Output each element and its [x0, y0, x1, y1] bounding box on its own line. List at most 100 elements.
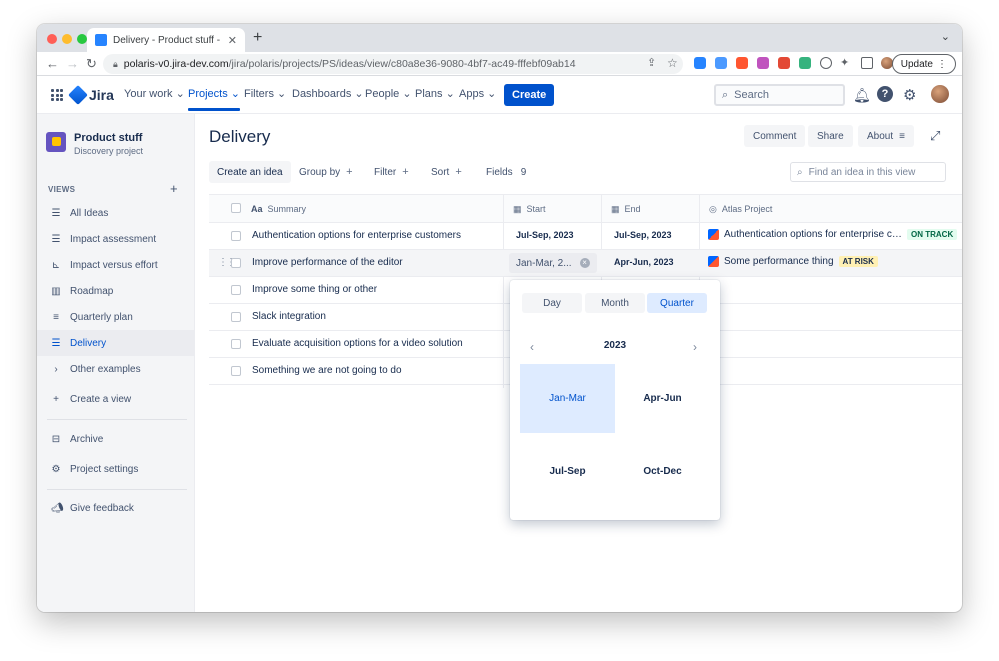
- update-button[interactable]: Update ⋮: [891, 54, 956, 74]
- create-button[interactable]: Create: [504, 84, 555, 106]
- sidepanel-icon[interactable]: [861, 57, 873, 69]
- table-row[interactable]: Authentication options for enterprise cu…: [209, 223, 962, 250]
- app-switcher-icon[interactable]: [51, 89, 63, 101]
- sort-button[interactable]: Sort +: [423, 161, 470, 183]
- mode-month-button[interactable]: Month: [585, 293, 645, 313]
- select-all-checkbox[interactable]: [231, 203, 241, 213]
- column-header-end[interactable]: ▦ End: [603, 195, 641, 223]
- sidebar-item-roadmap[interactable]: ▥ Roadmap: [37, 278, 194, 304]
- extension-icon[interactable]: [778, 57, 790, 69]
- create-view-button[interactable]: + Create a view: [37, 386, 194, 412]
- sidebar-item-other-examples[interactable]: › Other examples: [37, 356, 194, 382]
- nav-projects[interactable]: Projects ⌄: [188, 87, 241, 111]
- column-header-start[interactable]: ▦ Start: [505, 195, 546, 223]
- puzzle-extensions-icon[interactable]: ✦: [840, 56, 849, 69]
- fields-button[interactable]: Fields 9: [478, 161, 534, 183]
- tab-search-chevron-icon[interactable]: ⌄: [941, 30, 950, 43]
- search-input[interactable]: ⌕ Search: [714, 84, 845, 106]
- find-idea-input[interactable]: ⌕ Find an idea in this view: [790, 162, 946, 182]
- mode-quarter-button[interactable]: Quarter: [647, 293, 707, 313]
- settings-gear-icon[interactable]: ⚙: [903, 86, 916, 104]
- quarter-option-q3[interactable]: Jul-Sep: [520, 437, 615, 506]
- forward-arrow-icon[interactable]: →: [66, 56, 79, 71]
- quarter-option-q1[interactable]: Jan-Mar: [520, 364, 615, 433]
- row-checkbox[interactable]: [231, 366, 241, 376]
- notifications-bell-icon[interactable]: 🔔︎: [853, 87, 871, 104]
- table-row[interactable]: ⋮⋮ Improve performance of the editor Jan…: [209, 250, 962, 277]
- project-header[interactable]: Product stuff Discovery project: [46, 132, 143, 156]
- share-button[interactable]: Share: [808, 125, 853, 147]
- url-bar[interactable]: 🔒︎ polaris-v0.jira-dev.com/jira/polaris/…: [103, 54, 683, 74]
- list-icon: ☰: [51, 207, 61, 219]
- sidebar-item-quarterly-plan[interactable]: ≡ Quarterly plan: [37, 304, 194, 330]
- share-page-icon[interactable]: ⇪: [647, 56, 656, 69]
- nav-your-work[interactable]: Your work ⌄: [124, 87, 185, 100]
- end-date-cell[interactable]: Apr-Jun, 2023: [614, 257, 674, 267]
- start-date-field-active[interactable]: Jan-Mar, 2... ×: [509, 253, 597, 273]
- reload-icon[interactable]: ↻: [86, 56, 97, 72]
- mode-day-button[interactable]: Day: [522, 293, 582, 313]
- row-checkbox[interactable]: [231, 258, 241, 268]
- nav-filters[interactable]: Filters ⌄: [244, 87, 286, 100]
- start-date-cell[interactable]: Jul-Sep, 2023: [516, 230, 574, 240]
- sidebar-item-archive[interactable]: ⊟ Archive: [37, 426, 194, 452]
- add-view-plus-icon[interactable]: +: [170, 181, 178, 196]
- group-by-button[interactable]: Group by +: [291, 161, 361, 183]
- nav-dashboards[interactable]: Dashboards ⌄: [292, 87, 364, 100]
- column-header-atlas-project[interactable]: ◎ Atlas Project: [701, 195, 772, 223]
- previous-year-chevron-icon[interactable]: ‹: [530, 340, 534, 354]
- give-feedback-button[interactable]: 📣︎ Give feedback: [37, 495, 194, 521]
- idea-summary[interactable]: Slack integration: [252, 311, 326, 322]
- bookmark-star-icon[interactable]: ☆: [667, 56, 678, 70]
- comment-button[interactable]: Comment: [744, 125, 806, 147]
- idea-summary[interactable]: Something we are not going to do: [252, 365, 402, 376]
- close-window-button[interactable]: [47, 34, 57, 44]
- row-checkbox[interactable]: [231, 231, 241, 241]
- extension-icon[interactable]: [715, 57, 727, 69]
- minimize-window-button[interactable]: [62, 34, 72, 44]
- sidebar-item-impact-versus-effort[interactable]: ⊾ Impact versus effort: [37, 252, 194, 278]
- back-arrow-icon[interactable]: ←: [46, 56, 59, 71]
- next-year-chevron-icon[interactable]: ›: [693, 340, 697, 354]
- extension-icon[interactable]: [736, 57, 748, 69]
- quarter-option-q2[interactable]: Apr-Jun: [615, 364, 710, 433]
- idea-summary[interactable]: Improve some thing or other: [252, 284, 377, 295]
- extension-icon[interactable]: [799, 57, 811, 69]
- end-date-cell[interactable]: Jul-Sep, 2023: [614, 230, 672, 240]
- nav-apps[interactable]: Apps ⌄: [459, 87, 496, 100]
- about-button[interactable]: About ≡: [858, 125, 914, 147]
- atlas-project-cell[interactable]: Authentication options for enterprise cu…: [708, 229, 958, 240]
- table-header: Aa Summary ▦ Start ▦ End ◎ Atlas Project: [209, 194, 962, 223]
- extension-icon[interactable]: [757, 57, 769, 69]
- row-checkbox[interactable]: [231, 285, 241, 295]
- filter-button[interactable]: Filter +: [366, 161, 417, 183]
- nav-people[interactable]: People ⌄: [365, 87, 412, 100]
- column-header-summary[interactable]: Aa Summary: [243, 195, 306, 223]
- clear-date-icon[interactable]: ×: [579, 258, 590, 268]
- idea-summary[interactable]: Evaluate acquisition options for a video…: [252, 338, 463, 349]
- browser-tab[interactable]: Delivery - Product stuff - Jira Software…: [87, 28, 245, 52]
- jira-logo[interactable]: Jira: [68, 85, 114, 105]
- idea-summary[interactable]: Improve performance of the editor: [252, 257, 403, 268]
- extension-icon[interactable]: [820, 57, 832, 69]
- idea-summary[interactable]: Authentication options for enterprise cu…: [252, 230, 461, 241]
- zoom-window-button[interactable]: [77, 34, 87, 44]
- new-tab-button[interactable]: +: [253, 29, 262, 47]
- views-header: VIEWS: [48, 185, 76, 194]
- gear-icon: ⚙: [51, 463, 61, 475]
- extension-icon[interactable]: [694, 57, 706, 69]
- sidebar-item-delivery[interactable]: ☰ Delivery: [37, 330, 194, 356]
- sidebar-item-project-settings[interactable]: ⚙ Project settings: [37, 456, 194, 482]
- nav-plans[interactable]: Plans ⌄: [415, 87, 455, 100]
- sidebar-item-all-ideas[interactable]: ☰ All Ideas: [37, 200, 194, 226]
- atlas-project-cell[interactable]: Some performance thing AT RISK: [708, 256, 878, 267]
- row-checkbox[interactable]: [231, 339, 241, 349]
- tab-close-icon[interactable]: ✕: [228, 34, 237, 47]
- row-checkbox[interactable]: [231, 312, 241, 322]
- user-avatar[interactable]: [931, 85, 949, 103]
- create-idea-button[interactable]: Create an idea: [209, 161, 291, 183]
- quarter-option-q4[interactable]: Oct-Dec: [615, 437, 710, 506]
- sidebar-item-impact-assessment[interactable]: ☰ Impact assessment: [37, 226, 194, 252]
- help-icon[interactable]: ?: [877, 86, 893, 102]
- fullscreen-expand-icon[interactable]: ⤢: [930, 128, 940, 144]
